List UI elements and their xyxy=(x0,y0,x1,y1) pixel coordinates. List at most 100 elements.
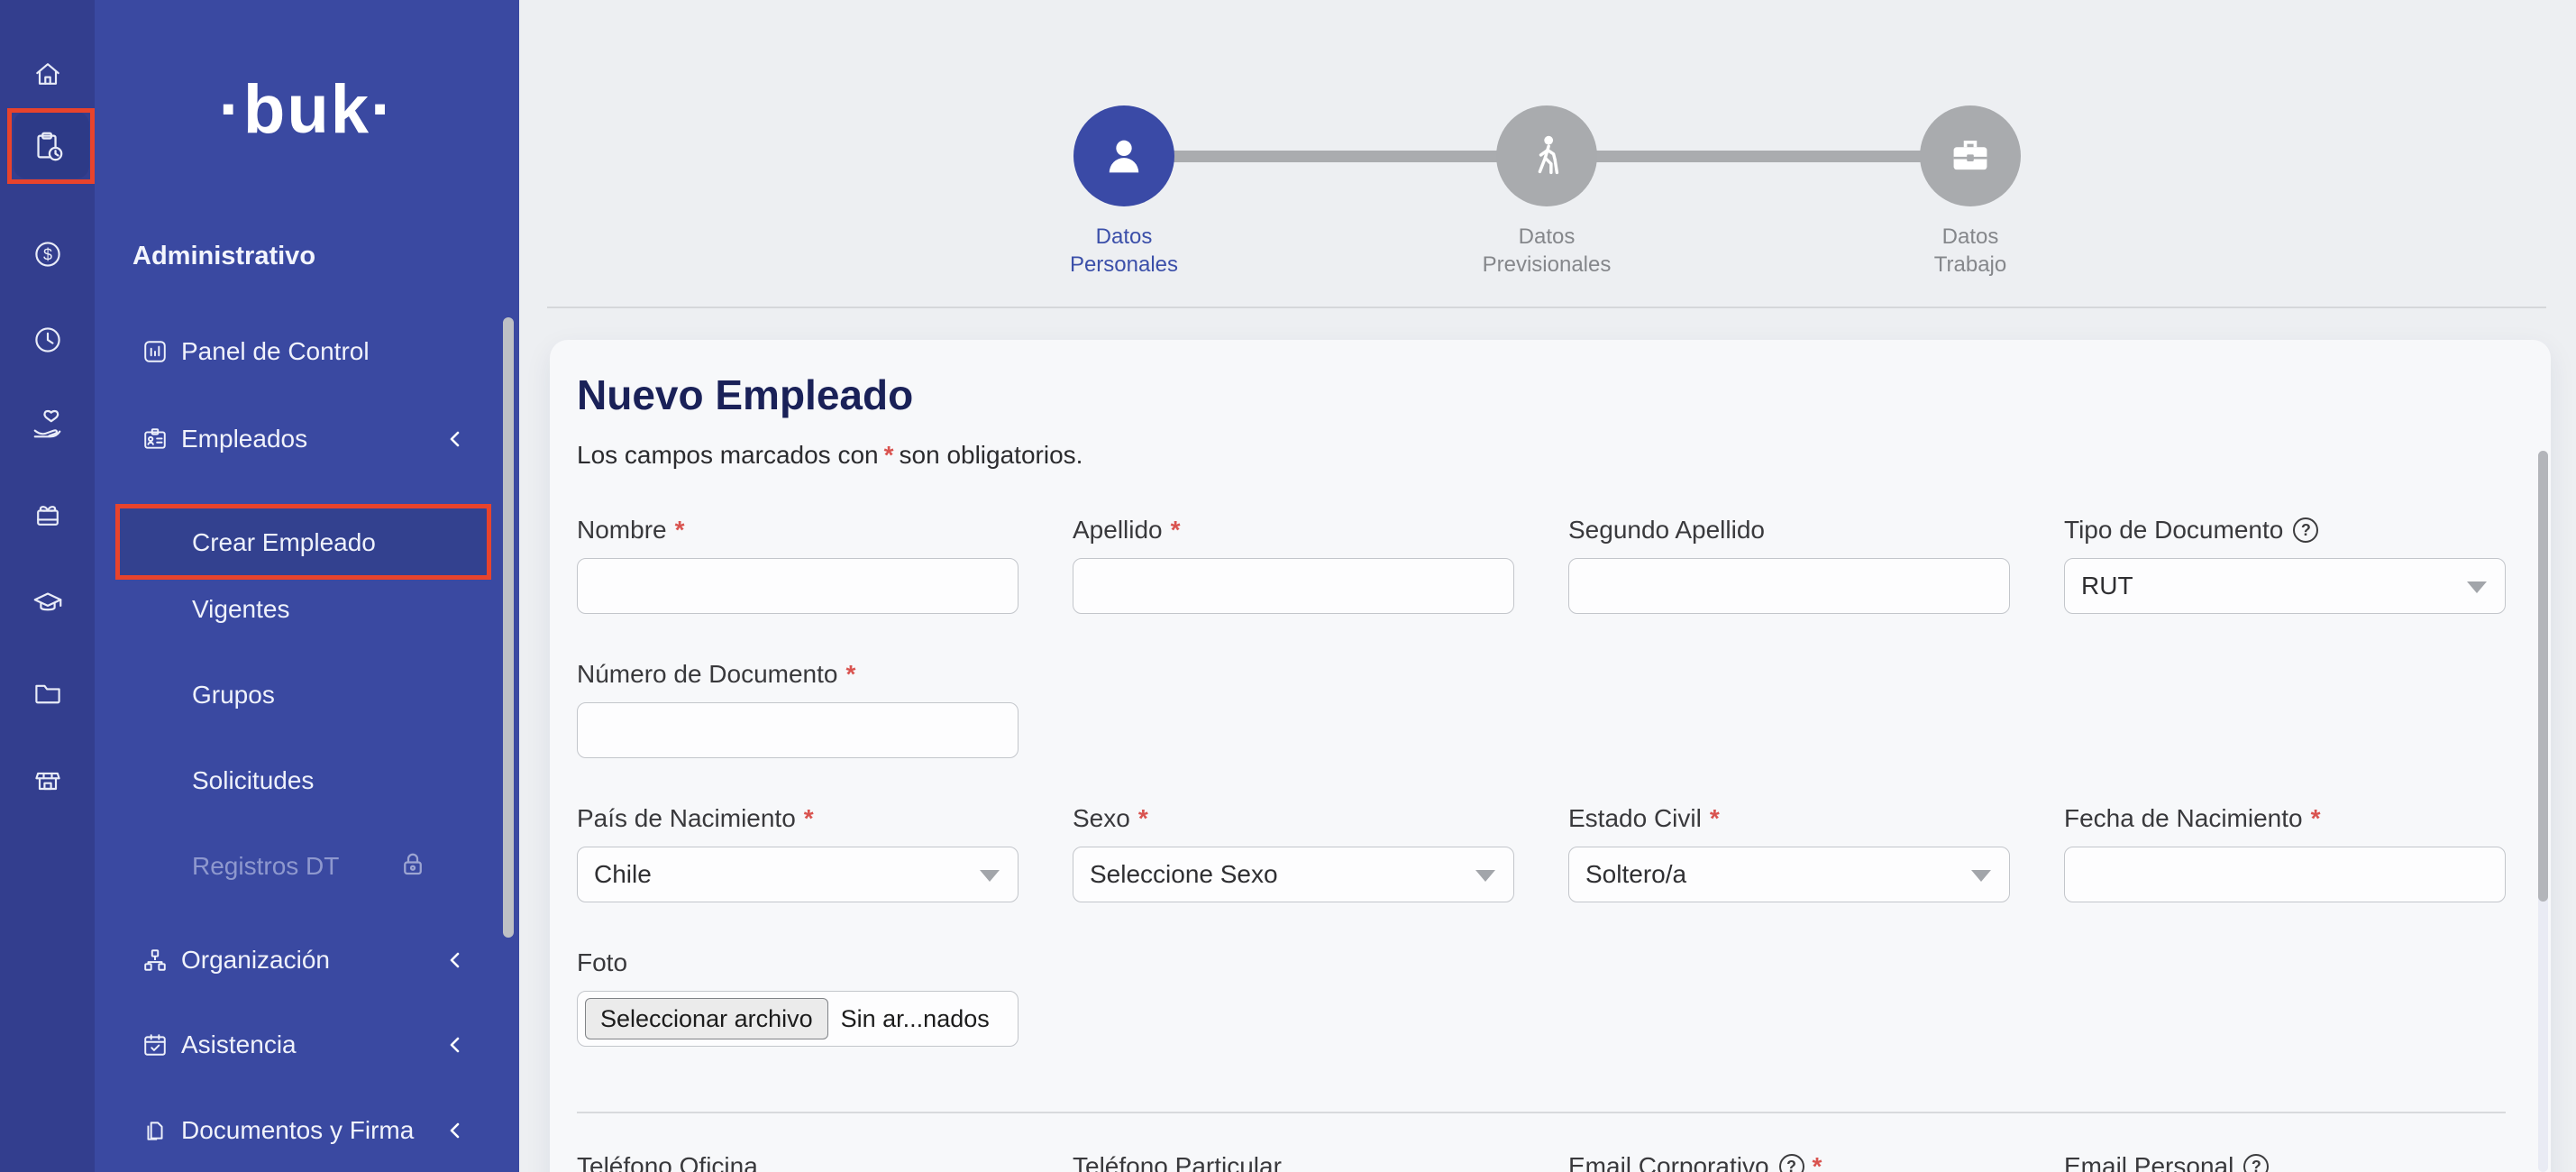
sidebar-section-title: Administrativo xyxy=(132,242,315,271)
sidebar-subitem-vigentes[interactable]: Vigentes xyxy=(192,590,498,629)
sidebar-item-documentos-y-firma[interactable]: Documentos y Firma xyxy=(95,1103,509,1158)
sidebar-subitem-grupos[interactable]: Grupos xyxy=(192,675,498,715)
briefcase-icon xyxy=(1947,133,1994,179)
foto-file-input[interactable]: Seleccionar archivo Sin ar...nados xyxy=(577,991,1019,1047)
field-numero-documento: Número de Documento* xyxy=(577,659,1019,758)
lock-icon xyxy=(399,851,426,878)
sidebar-subitem-registros-dt[interactable]: Registros DT xyxy=(192,847,498,886)
graduation-cap-icon xyxy=(31,586,65,620)
field-label: Tipo de Documento? xyxy=(2064,515,2506,545)
buk-app: $ xyxy=(0,0,2576,1172)
sidebar-scrollbar[interactable] xyxy=(503,317,514,938)
rail-training-graduation-cap-icon[interactable] xyxy=(0,572,95,634)
form-row-2: Número de Documento* xyxy=(577,659,2506,758)
sidebar-item-asistencia[interactable]: Asistencia xyxy=(95,1018,509,1072)
field-label: Número de Documento* xyxy=(577,659,1019,690)
help-icon[interactable]: ? xyxy=(2243,1154,2269,1172)
stepper-step-datos-trabajo[interactable] xyxy=(1920,105,2021,206)
buk-logo[interactable]: ·buk· xyxy=(95,70,519,149)
nombre-input[interactable] xyxy=(577,558,1019,614)
step-label-line2: Personales xyxy=(989,251,1259,279)
field-label: Teléfono Oficina xyxy=(577,1151,1019,1172)
chevron-left-icon[interactable] xyxy=(444,948,466,972)
rail-payments-dollar-icon[interactable]: $ xyxy=(0,224,95,285)
storefront-icon xyxy=(32,765,64,797)
label-text: Nombre xyxy=(577,516,667,545)
sidebar-item-panel-de-control[interactable]: Panel de Control xyxy=(95,325,509,379)
required-asterisk: * xyxy=(1813,1152,1822,1172)
rail-files-folder-icon[interactable] xyxy=(0,662,95,723)
sidebar-item-empleados[interactable]: Empleados xyxy=(95,412,509,466)
select-value: RUT xyxy=(2081,572,2133,600)
stepper-label-datos-trabajo: Datos Trabajo xyxy=(1835,223,2106,279)
stepper-label-datos-personales: Datos Personales xyxy=(989,223,1259,279)
caret-down-icon xyxy=(2467,581,2487,593)
folder-icon xyxy=(32,676,64,709)
select-value: Chile xyxy=(594,860,652,889)
field-tipo-documento: Tipo de Documento? RUT xyxy=(2064,515,2506,614)
field-label: Foto xyxy=(577,948,1019,978)
annotation-box-crear-empleado xyxy=(115,504,491,580)
calendar-check-icon xyxy=(142,1032,168,1058)
rail-home-icon[interactable] xyxy=(0,43,95,105)
form-row-1: Nombre* Apellido* Segundo Apellido Tipo … xyxy=(577,515,2506,614)
field-pais-nacimiento: País de Nacimiento* Chile xyxy=(577,803,1019,902)
rail-benefits-hand-heart-icon[interactable] xyxy=(0,394,95,455)
field-label: Nombre* xyxy=(577,515,1019,545)
help-icon[interactable]: ? xyxy=(1779,1154,1804,1172)
help-icon[interactable]: ? xyxy=(2293,517,2318,543)
estado-civil-select[interactable]: Soltero/a xyxy=(1568,847,2010,902)
svg-text:$: $ xyxy=(42,245,51,263)
form-row-5: Teléfono Oficina Teléfono Particular Ema… xyxy=(577,1151,2506,1172)
org-chart-icon xyxy=(142,948,168,973)
chevron-left-icon[interactable] xyxy=(444,1119,466,1142)
stepper-step-datos-personales[interactable] xyxy=(1073,105,1174,206)
sidebar-item-label: Panel de Control xyxy=(181,337,370,366)
stepper-divider xyxy=(547,307,2546,308)
annotation-box-rail-icon xyxy=(7,108,95,184)
main-scrollbar-track[interactable] xyxy=(2538,451,2548,1172)
step-label-line2: Previsionales xyxy=(1411,251,1682,279)
page-title: Nuevo Empleado xyxy=(577,371,2506,419)
form-row-3: País de Nacimiento* Chile Sexo* Seleccio… xyxy=(577,803,2506,902)
select-value: Soltero/a xyxy=(1585,860,1686,889)
label-text: Tipo de Documento xyxy=(2064,516,2283,545)
field-apellido: Apellido* xyxy=(1073,515,1514,614)
sexo-select[interactable]: Seleccione Sexo xyxy=(1073,847,1514,902)
label-text: Apellido xyxy=(1073,516,1163,545)
fecha-nacimiento-input[interactable] xyxy=(2064,847,2506,902)
id-badge-icon xyxy=(142,426,168,452)
apellido-input[interactable] xyxy=(1073,558,1514,614)
field-telefono-particular: Teléfono Particular xyxy=(1073,1151,1514,1172)
sidebar-subitem-label: Registros DT xyxy=(192,852,339,881)
field-segundo-apellido: Segundo Apellido xyxy=(1568,515,2010,614)
step-label-line1: Datos xyxy=(989,223,1259,251)
rail-time-clock-icon[interactable] xyxy=(0,309,95,371)
main-scrollbar-thumb[interactable] xyxy=(2538,451,2548,902)
time-clock-icon xyxy=(32,324,64,356)
gift-icon xyxy=(32,499,64,531)
stepper-step-datos-previsionales[interactable] xyxy=(1496,105,1597,206)
tipo-documento-select[interactable]: RUT xyxy=(2064,558,2506,614)
field-label: Fecha de Nacimiento* xyxy=(2064,803,2506,834)
rail-gift-icon[interactable] xyxy=(0,484,95,545)
sidebar-subitem-label: Grupos xyxy=(192,681,275,710)
label-text: País de Nacimiento xyxy=(577,804,796,833)
chevron-left-icon[interactable] xyxy=(444,1033,466,1057)
seleccionar-archivo-button[interactable]: Seleccionar archivo xyxy=(585,998,828,1039)
form-row-4: Foto Seleccionar archivo Sin ar...nados xyxy=(577,948,2506,1047)
chevron-left-icon[interactable] xyxy=(444,427,466,451)
documents-icon xyxy=(142,1118,168,1143)
pais-nacimiento-select[interactable]: Chile xyxy=(577,847,1019,902)
sidebar-item-organizacion[interactable]: Organización xyxy=(95,933,509,987)
label-text: Fecha de Nacimiento xyxy=(2064,804,2303,833)
caret-down-icon xyxy=(1475,870,1495,882)
field-label: Estado Civil* xyxy=(1568,803,2010,834)
rail-storefront-icon[interactable] xyxy=(0,750,95,811)
required-fields-note: Los campos marcados con*son obligatorios… xyxy=(577,441,2506,470)
field-label: Apellido* xyxy=(1073,515,1514,545)
numero-documento-input[interactable] xyxy=(577,702,1019,758)
segundo-apellido-input[interactable] xyxy=(1568,558,2010,614)
select-value: Seleccione Sexo xyxy=(1090,860,1278,889)
sidebar-subitem-solicitudes[interactable]: Solicitudes xyxy=(192,761,498,801)
